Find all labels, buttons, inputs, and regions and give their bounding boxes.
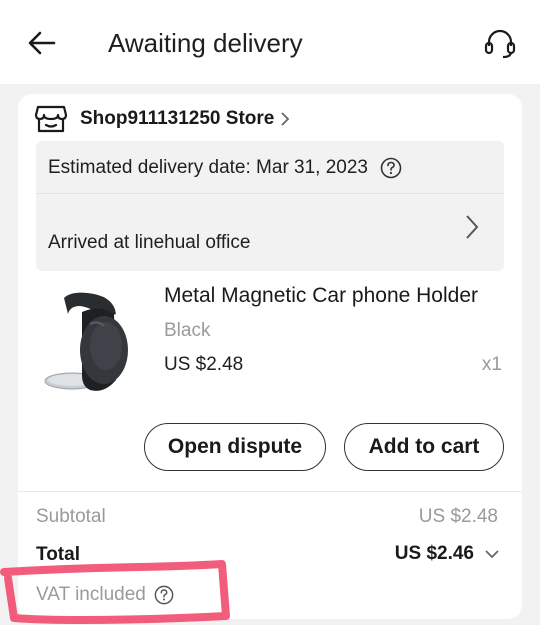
vat-label: VAT included bbox=[36, 584, 146, 605]
order-card: Shop911131250 Store Estimated delivery d… bbox=[18, 94, 522, 619]
add-to-cart-button[interactable]: Add to cart bbox=[344, 423, 504, 471]
total-expand-toggle[interactable]: US $2.46 bbox=[395, 540, 500, 568]
help-icon[interactable] bbox=[154, 585, 174, 605]
back-button[interactable] bbox=[22, 26, 62, 60]
store-link[interactable]: Shop911131250 Store bbox=[34, 102, 290, 136]
store-icon bbox=[34, 105, 68, 133]
chevron-right-icon bbox=[280, 111, 290, 127]
total-label: Total bbox=[36, 544, 80, 565]
product-price: US $2.48 bbox=[164, 354, 244, 375]
total-value: US $2.46 bbox=[394, 543, 474, 564]
divider bbox=[18, 491, 522, 492]
top-bar: Awaiting delivery bbox=[0, 0, 540, 84]
page-title: Awaiting delivery bbox=[108, 28, 303, 58]
product-variant: Black bbox=[164, 320, 211, 341]
estimated-delivery: Estimated delivery date: Mar 31, 2023 bbox=[48, 151, 402, 185]
customer-support-button[interactable] bbox=[478, 24, 522, 64]
open-dispute-button[interactable]: Open dispute bbox=[144, 423, 326, 471]
chevron-right-icon bbox=[464, 214, 480, 245]
subtotal-value: US $2.48 bbox=[418, 506, 498, 527]
back-arrow-icon bbox=[28, 31, 56, 55]
headset-icon bbox=[484, 29, 516, 59]
product-title[interactable]: Metal Magnetic Car phone Holder bbox=[164, 284, 508, 308]
product-image[interactable] bbox=[42, 284, 144, 404]
vat-note: VAT included bbox=[36, 582, 174, 608]
subtotal-label: Subtotal bbox=[36, 506, 106, 527]
estimated-delivery-text: Estimated delivery date: Mar 31, 2023 bbox=[48, 157, 369, 178]
tracking-status: Arrived at linehual office bbox=[48, 232, 251, 253]
delivery-info: Estimated delivery date: Mar 31, 2023 Ar… bbox=[36, 141, 504, 271]
chevron-down-icon bbox=[484, 549, 500, 559]
car-phone-holder-image bbox=[42, 284, 144, 404]
product-quantity: x1 bbox=[481, 354, 502, 375]
help-icon[interactable] bbox=[380, 157, 402, 179]
store-name: Shop911131250 Store bbox=[80, 108, 275, 129]
tracking-status-row[interactable]: Arrived at linehual office bbox=[36, 194, 504, 271]
